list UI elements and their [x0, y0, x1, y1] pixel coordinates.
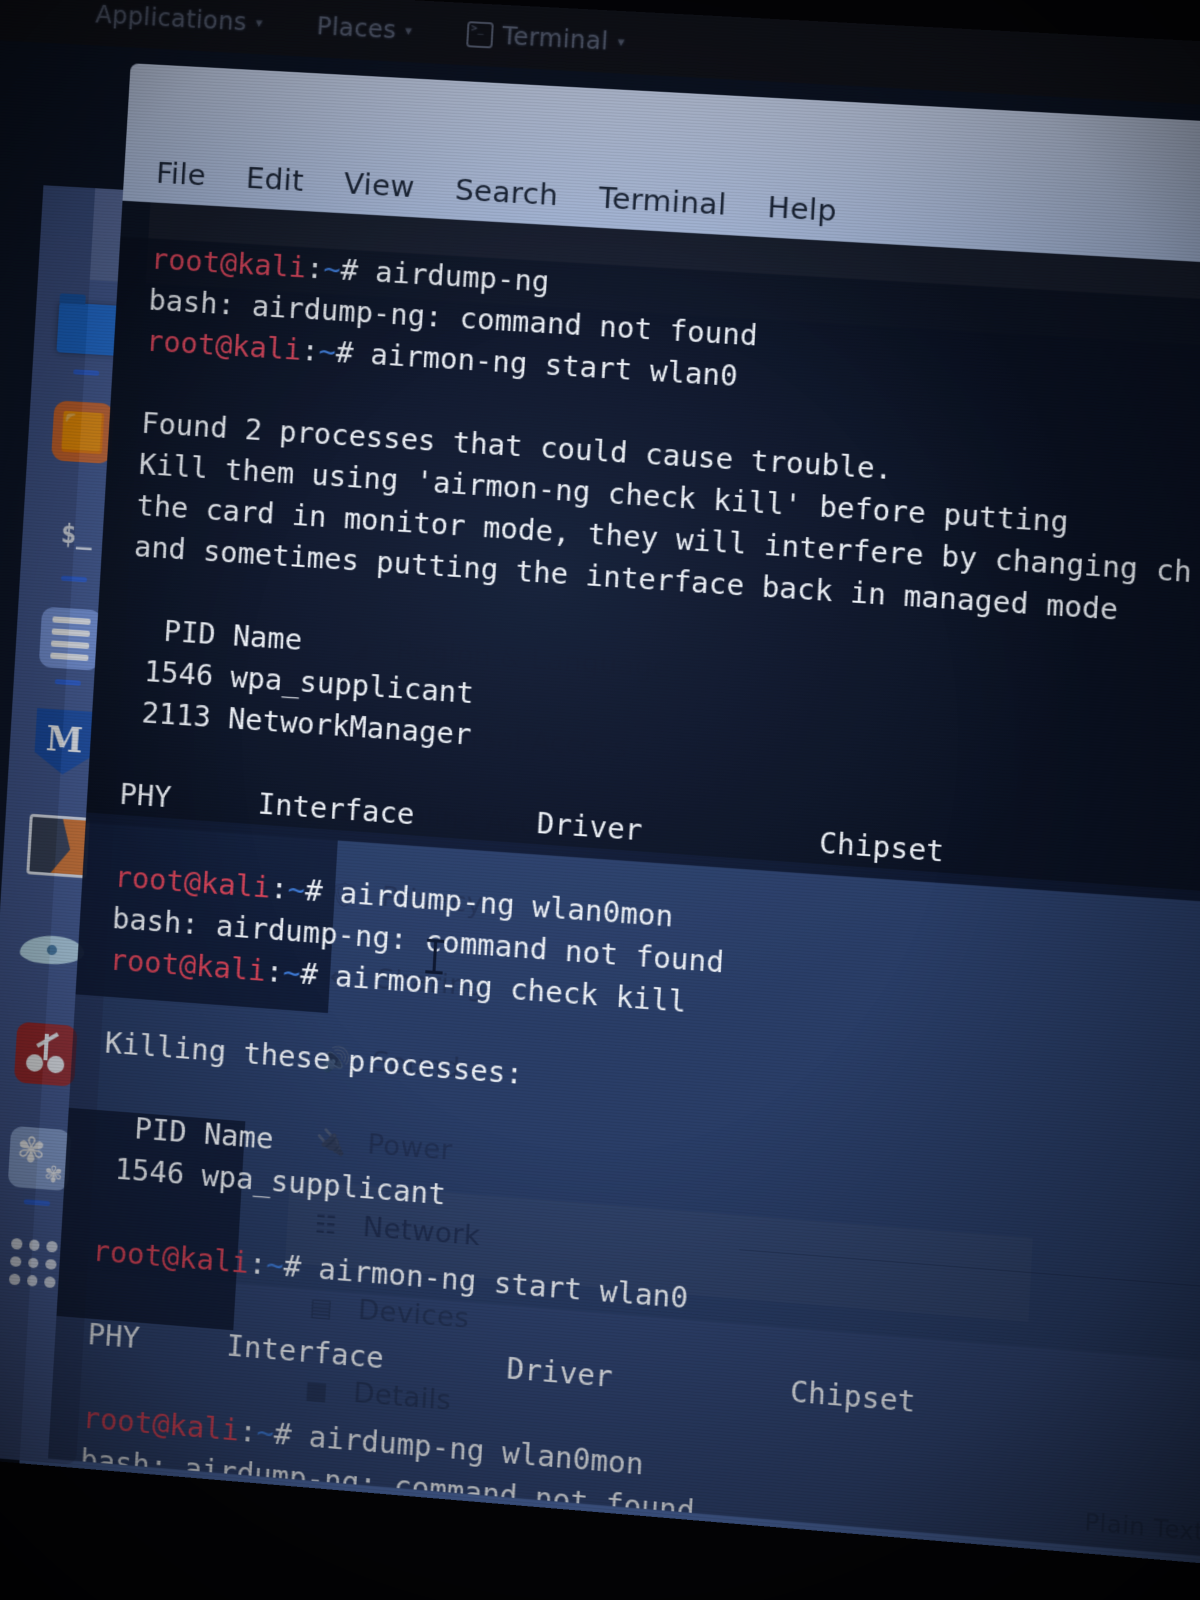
- gears-icon: [7, 1125, 72, 1192]
- prompt-colon: :: [233, 1497, 253, 1534]
- prompt-hash: #: [268, 1500, 288, 1537]
- menu-view[interactable]: View: [343, 166, 416, 204]
- monitor-screen: Applications ▾ Places ▾ Terminal ▾ ◢ Reg…: [0, 0, 1200, 1567]
- prompt-colon: :: [300, 333, 320, 368]
- chevron-down-icon: ▾: [617, 34, 626, 50]
- topbar-applications-menu[interactable]: Applications ▾: [95, 1, 264, 38]
- terminal-text: PID Name: [128, 612, 304, 658]
- photo-frame: Applications ▾ Places ▾ Terminal ▾ ◢ Reg…: [0, 0, 1200, 1600]
- terminal-command: airdump-ng: [357, 254, 551, 299]
- prompt-colon: :: [230, 1540, 251, 1560]
- prompt-colon: :: [247, 1246, 268, 1282]
- prompt-tilde: ~: [248, 1541, 268, 1560]
- prompt-user-host: root@kali: [74, 1526, 233, 1560]
- places-label: Places: [316, 12, 397, 45]
- menu-edit[interactable]: Edit: [245, 161, 305, 198]
- prompt-hash: #: [299, 957, 319, 992]
- running-indicator: [54, 679, 82, 686]
- menu-file[interactable]: File: [155, 156, 207, 193]
- prompt-tilde: ~: [317, 334, 337, 369]
- prompt-colon: :: [305, 251, 325, 286]
- terminal-command: [283, 1545, 285, 1560]
- prompt-user-host: root@kali: [113, 860, 272, 905]
- prompt-tilde: ~: [282, 955, 302, 991]
- active-app-label: Terminal: [501, 21, 610, 56]
- prompt-user-host: root@kali: [76, 1484, 236, 1532]
- prompt-hash: #: [266, 1543, 285, 1560]
- running-indicator: [60, 575, 88, 583]
- app-grid-icon: [2, 1231, 64, 1295]
- firefox-icon: 🟧: [50, 400, 115, 464]
- prompt-hash: #: [339, 253, 360, 288]
- prompt-hash: #: [282, 1249, 303, 1285]
- terminal-icon: [466, 21, 494, 49]
- running-indicator: [23, 1199, 51, 1207]
- menu-terminal[interactable]: Terminal: [598, 180, 728, 221]
- prompt-colon: :: [238, 1414, 258, 1450]
- applications-label: Applications: [94, 0, 248, 37]
- topbar-active-app-menu[interactable]: Terminal ▾: [466, 20, 625, 56]
- prompt-hash: #: [335, 335, 355, 371]
- chevron-down-icon: ▾: [255, 15, 264, 31]
- prompt-user-host: root@kali: [145, 324, 303, 367]
- menu-search[interactable]: Search: [454, 172, 559, 212]
- prompt-user-host: root@kali: [108, 943, 267, 989]
- terminal-prompt-icon: $_: [60, 519, 94, 552]
- menu-help[interactable]: Help: [767, 190, 838, 228]
- terminal-window[interactable]: File Edit View Search Terminal Help root…: [48, 63, 1200, 1560]
- terminal-output[interactable]: root@kali:~# airdump-ng bash: airdump-ng:…: [48, 201, 1200, 1560]
- running-indicator: [73, 369, 100, 376]
- chevron-down-icon: ▾: [404, 23, 413, 39]
- prompt-tilde: ~: [286, 872, 307, 908]
- prompt-colon: :: [264, 954, 284, 990]
- document-lines-icon: [38, 606, 103, 671]
- prompt-tilde: ~: [322, 252, 342, 287]
- prompt-user-host: root@kali: [150, 242, 308, 285]
- prompt-tilde: ~: [250, 1499, 271, 1535]
- prompt-colon: :: [269, 871, 289, 907]
- burpsuite-icon: [26, 813, 90, 879]
- metasploit-shield-icon: M: [33, 708, 95, 776]
- prompt-hash: #: [273, 1416, 293, 1453]
- prompt-hash: #: [304, 873, 324, 909]
- prompt-tilde: ~: [265, 1247, 285, 1283]
- prompt-tilde: ~: [255, 1415, 276, 1451]
- topbar-places-menu[interactable]: Places ▾: [316, 12, 413, 45]
- cherrytree-icon: [13, 1021, 78, 1087]
- terminal-command: [286, 1502, 288, 1536]
- folder-icon: [56, 302, 122, 356]
- prompt-user-host: root@kali: [91, 1234, 250, 1281]
- wireshark-fin-icon: [19, 935, 85, 965]
